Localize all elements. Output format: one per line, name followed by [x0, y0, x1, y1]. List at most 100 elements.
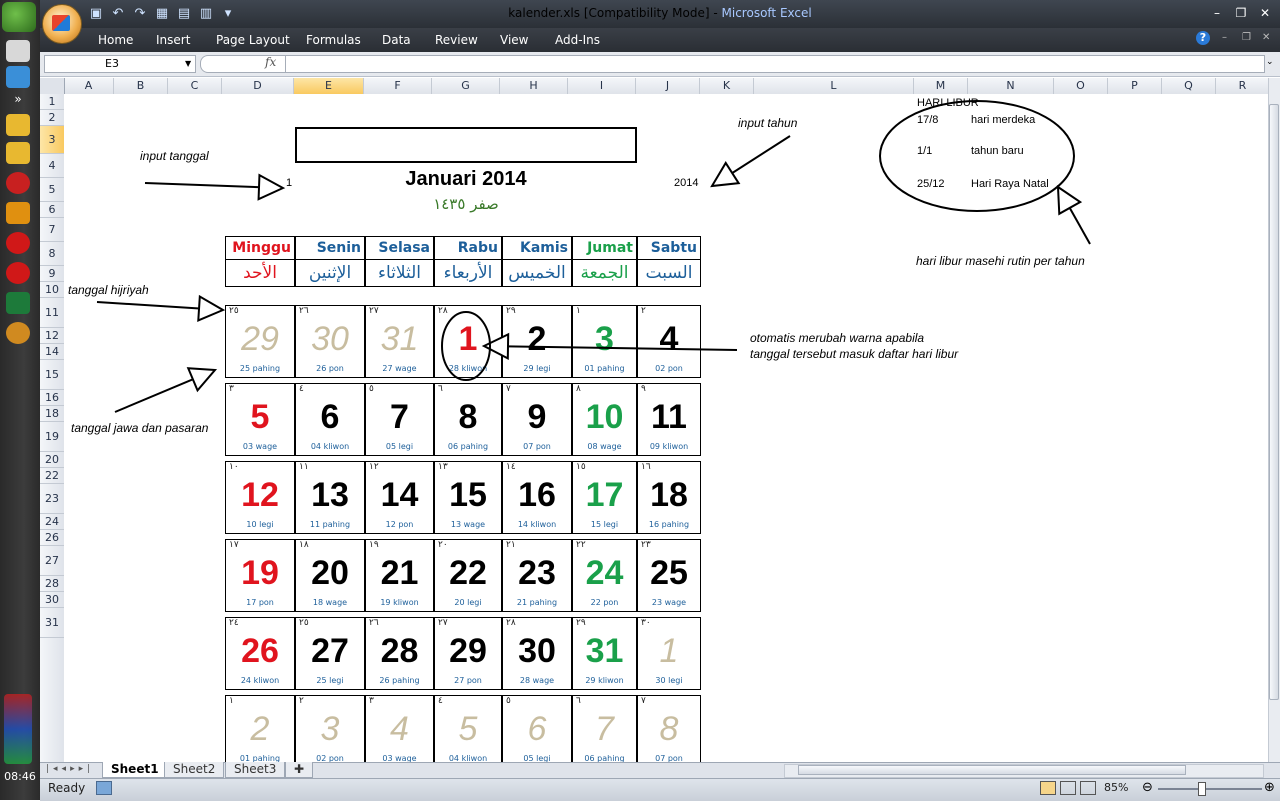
column-header-p[interactable]: P	[1108, 78, 1162, 94]
calendar-day-cell[interactable]: ١ 2 01 pahing	[225, 695, 295, 762]
row-header-28[interactable]: 28	[40, 576, 64, 592]
expand-formula-icon[interactable]: ⌄	[1266, 57, 1274, 67]
ribbon-close-icon[interactable]: ✕	[1262, 32, 1270, 43]
zoom-slider[interactable]	[1158, 788, 1262, 790]
calendar-day-cell[interactable]: ٢٤ 26 24 kliwon	[225, 617, 295, 690]
ribbon-restore-icon[interactable]: ❐	[1242, 32, 1251, 43]
column-header-m[interactable]: M	[914, 78, 968, 94]
calendar-day-cell[interactable]: ٢٦ 28 26 pahing	[365, 617, 434, 690]
start-button[interactable]	[2, 2, 36, 32]
calendar-day-cell[interactable]: ١٥ 17 15 legi	[572, 461, 637, 534]
column-header-g[interactable]: G	[432, 78, 500, 94]
row-header-14[interactable]: 14	[40, 344, 64, 360]
column-header-d[interactable]: D	[222, 78, 294, 94]
calendar-day-cell[interactable]: ٢٦ 30 26 pon	[295, 305, 365, 378]
macro-record-icon[interactable]	[96, 781, 112, 795]
ribbon-minimize-icon[interactable]: –	[1222, 32, 1227, 43]
tab-formulas[interactable]: Formulas	[306, 33, 361, 47]
calendar-day-cell[interactable]: ٣ 5 03 wage	[225, 383, 295, 456]
sheet-nav-icon[interactable]: |◂◂▸▸|	[46, 764, 94, 774]
column-header-k[interactable]: K	[700, 78, 754, 94]
calendar-day-cell[interactable]: ١١ 13 11 pahing	[295, 461, 365, 534]
calendar-day-cell[interactable]: ٥ 6 05 legi	[502, 695, 572, 762]
column-header-l[interactable]: L	[754, 78, 914, 94]
zoom-out-icon[interactable]: ⊖	[1142, 780, 1153, 795]
zoom-level[interactable]: 85%	[1104, 781, 1128, 794]
sheet-tab-1[interactable]: Sheet1	[102, 762, 168, 778]
maximize-icon[interactable]: ❐	[1230, 4, 1252, 22]
calendar-day-cell[interactable]: ٢٩ 31 29 kliwon	[572, 617, 637, 690]
calendar-day-cell[interactable]: ٤ 6 04 kliwon	[295, 383, 365, 456]
row-header-1[interactable]: 1	[40, 94, 64, 110]
row-header-31[interactable]: 31	[40, 608, 64, 638]
vertical-scroll-thumb[interactable]	[1269, 104, 1279, 700]
normal-view-icon[interactable]	[1040, 781, 1056, 795]
calendar-day-cell[interactable]: ٨ 10 08 wage	[572, 383, 637, 456]
row-header-24[interactable]: 24	[40, 514, 64, 530]
row-header-10[interactable]: 10	[40, 282, 64, 298]
tray-icons[interactable]	[4, 694, 32, 764]
network-icon[interactable]	[6, 66, 30, 88]
row-header-27[interactable]: 27	[40, 546, 64, 576]
title-input-box[interactable]	[295, 127, 637, 163]
calendar-day-cell[interactable]: ٢١ 23 21 pahing	[502, 539, 572, 612]
opera-icon[interactable]	[6, 232, 30, 254]
tab-add-ins[interactable]: Add-Ins	[555, 33, 600, 47]
calendar-day-cell[interactable]: ٢٣ 25 23 wage	[637, 539, 701, 612]
row-header-2[interactable]: 2	[40, 110, 64, 126]
zoom-slider-knob[interactable]	[1198, 782, 1206, 796]
column-header-e[interactable]: E	[294, 78, 364, 94]
media-icon[interactable]	[6, 322, 30, 344]
row-header-26[interactable]: 26	[40, 530, 64, 546]
calendar-day-cell[interactable]: ٦ 8 06 pahing	[434, 383, 502, 456]
calendar-day-cell[interactable]: ٢٢ 24 22 pon	[572, 539, 637, 612]
chevron-down-icon[interactable]: ▼	[185, 59, 191, 68]
horizontal-scroll-thumb[interactable]	[798, 765, 1186, 775]
column-header-n[interactable]: N	[968, 78, 1054, 94]
row-header-4[interactable]: 4	[40, 154, 64, 178]
column-header-c[interactable]: C	[168, 78, 222, 94]
row-header-23[interactable]: 23	[40, 484, 64, 514]
folder-icon[interactable]	[6, 114, 30, 136]
calendar-day-cell[interactable]: ٢٧ 29 27 pon	[434, 617, 502, 690]
excel-icon[interactable]	[6, 292, 30, 314]
formula-input[interactable]	[285, 55, 1265, 73]
sheet-tab-3[interactable]: Sheet3	[225, 762, 286, 778]
calendar-day-cell[interactable]: ٧ 9 07 pon	[502, 383, 572, 456]
notes-icon[interactable]	[6, 142, 30, 164]
worksheet[interactable]: Januari 2014 صفر ١٤٣٥ 1 2014 Minggu الأحد Seni…	[64, 94, 1268, 762]
calendar-day-cell[interactable]: ٢٥ 27 25 legi	[295, 617, 365, 690]
zoom-in-icon[interactable]: ⊕	[1264, 780, 1275, 795]
column-header-j[interactable]: J	[636, 78, 700, 94]
calendar-day-cell[interactable]: ٩ 11 09 kliwon	[637, 383, 701, 456]
column-header-a[interactable]: A	[64, 78, 114, 94]
row-header-30[interactable]: 30	[40, 592, 64, 608]
tab-view[interactable]: View	[500, 33, 528, 47]
input-day-cell[interactable]: 1	[286, 177, 292, 189]
row-header-3[interactable]: 3	[40, 126, 64, 154]
insert-sheet-icon[interactable]: ✚	[285, 762, 313, 778]
row-header-16[interactable]: 16	[40, 390, 64, 406]
calendar-day-cell[interactable]: ٤ 5 04 kliwon	[434, 695, 502, 762]
calendar-day-cell[interactable]: ٢٧ 31 27 wage	[365, 305, 434, 378]
row-header-12[interactable]: 12	[40, 328, 64, 344]
calendar-day-cell[interactable]: ٧ 8 07 pon	[637, 695, 701, 762]
column-header-o[interactable]: O	[1054, 78, 1108, 94]
flash-icon[interactable]	[6, 172, 30, 194]
ps-icon[interactable]	[6, 202, 30, 224]
row-header-18[interactable]: 18	[40, 406, 64, 422]
row-header-22[interactable]: 22	[40, 468, 64, 484]
close-icon[interactable]: ✕	[1254, 4, 1276, 22]
chevron-icon[interactable]: »	[6, 92, 30, 114]
calendar-day-cell[interactable]: ٢٨ 1 28 kliwon	[434, 305, 502, 378]
select-all[interactable]	[40, 78, 65, 94]
page-layout-view-icon[interactable]	[1060, 781, 1076, 795]
column-header-b[interactable]: B	[114, 78, 168, 94]
row-header-5[interactable]: 5	[40, 178, 64, 202]
minimize-icon[interactable]: –	[1206, 4, 1228, 22]
row-header-9[interactable]: 9	[40, 266, 64, 282]
input-year-cell[interactable]: 2014	[674, 177, 698, 189]
calendar-day-cell[interactable]: ١٣ 15 13 wage	[434, 461, 502, 534]
column-header-q[interactable]: Q	[1162, 78, 1216, 94]
calendar-day-cell[interactable]: ٢ 4 02 pon	[637, 305, 701, 378]
